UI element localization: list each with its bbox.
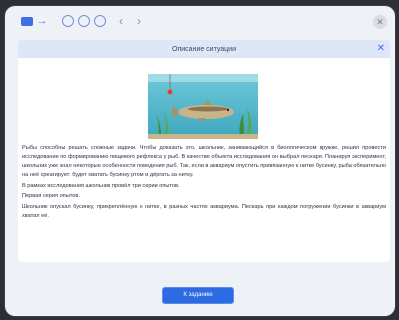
circle-2-icon: [78, 15, 90, 27]
step-2-button[interactable]: [78, 14, 90, 28]
circle-1-icon: [62, 15, 74, 27]
situation-text: Рыбы способны решать сложные задачи. Что…: [22, 144, 386, 222]
step-1-button[interactable]: [62, 14, 74, 28]
panel-close-button[interactable]: ✕: [377, 43, 385, 55]
arrow-right-icon: →: [36, 15, 48, 27]
window-close-button[interactable]: ✕: [373, 15, 387, 29]
situation-panel: Описание ситуации ✕ Рыбы способны решать…: [18, 40, 390, 262]
circle-3-icon: [94, 15, 106, 27]
paragraph: Первая серия опытов.: [22, 193, 80, 199]
chevron-left-icon: ‹: [119, 14, 123, 28]
panel-title: Описание ситуации: [172, 45, 236, 53]
aquarium-illustration: [148, 74, 258, 139]
top-toolbar: → ‹ › ✕: [5, 6, 395, 38]
step-3-button[interactable]: [94, 14, 106, 28]
paragraph: Рыбы способны решать сложные задачи. Что…: [22, 145, 386, 178]
cards-nav-button[interactable]: →: [19, 14, 49, 28]
paragraph: Школьник опускал бусинку, прикреплённую …: [22, 203, 386, 219]
cards-icon: [20, 16, 33, 26]
chevron-right-icon: ›: [137, 14, 141, 28]
panel-header: Описание ситуации ✕: [18, 40, 390, 58]
modal-window: → ‹ › ✕ Описание ситуации ✕ Рыбы способн…: [5, 6, 395, 316]
prev-button[interactable]: ‹: [115, 14, 127, 28]
paragraph: В рамках исследования школьник провёл тр…: [22, 182, 180, 189]
to-task-button[interactable]: К заданию: [162, 287, 234, 304]
next-button[interactable]: ›: [133, 14, 145, 28]
